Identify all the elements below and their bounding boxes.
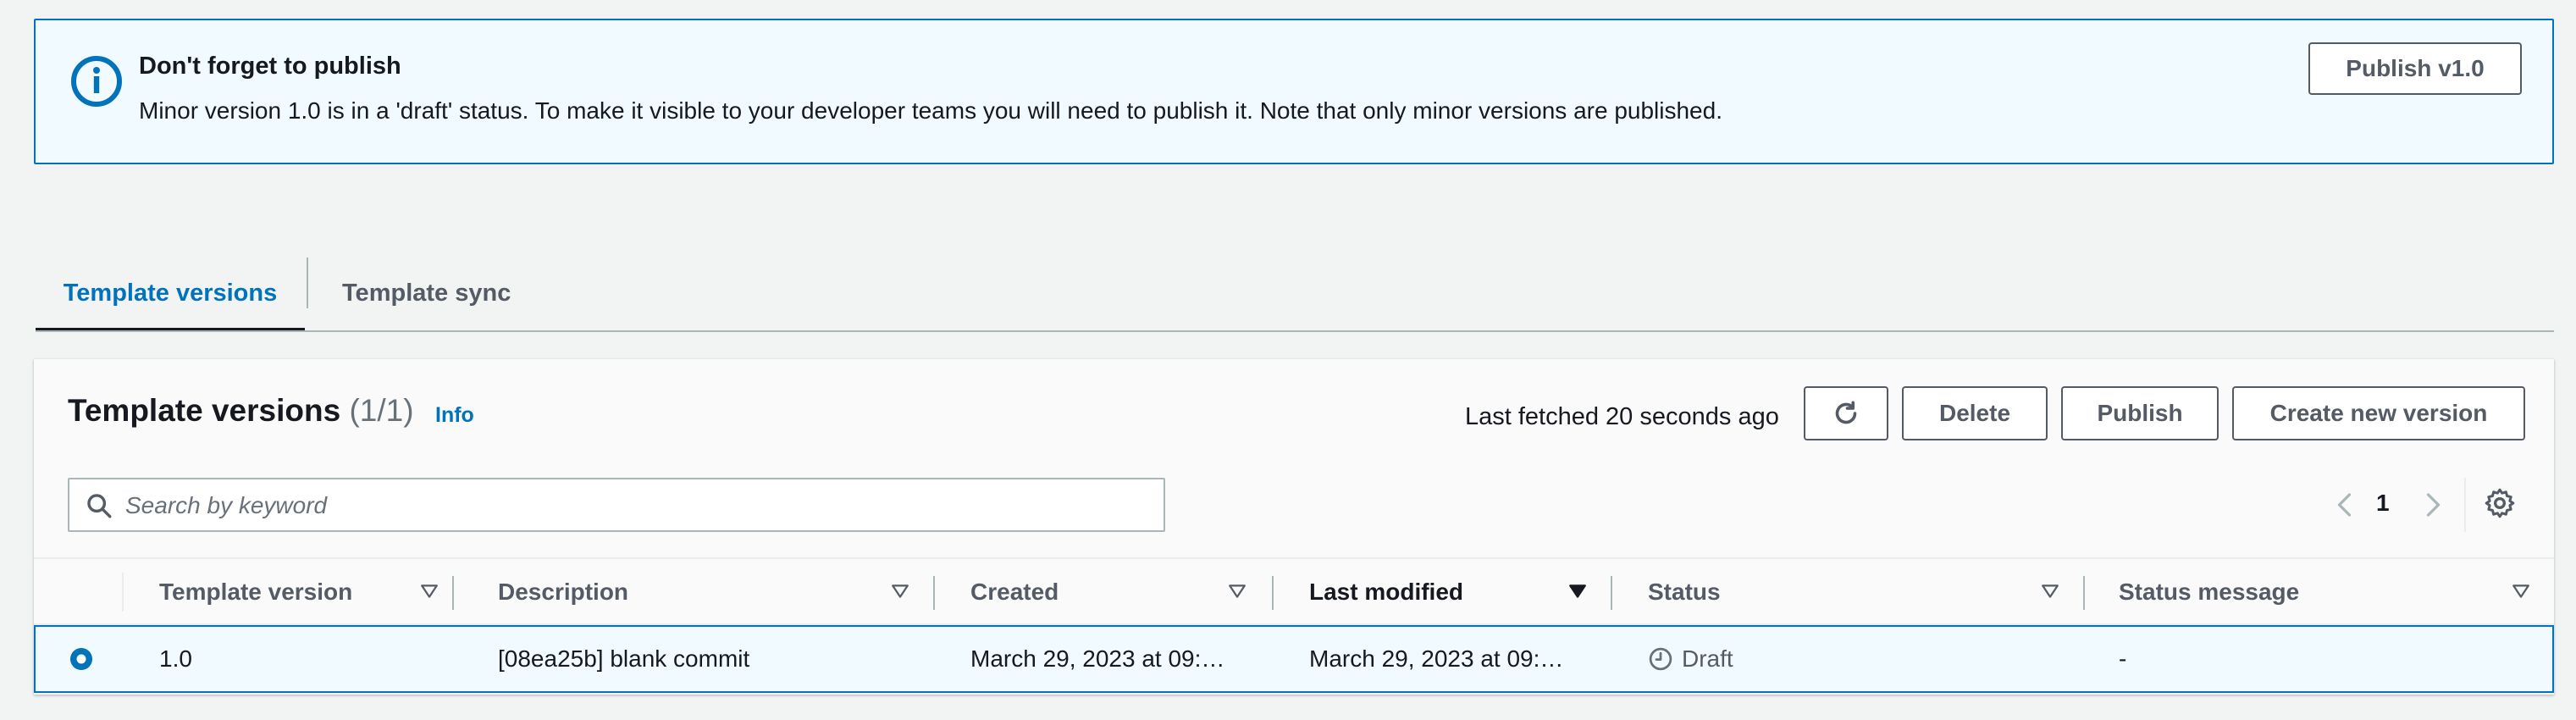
cell-description: [08ea25b] blank commit [498, 645, 750, 672]
chevron-left-icon[interactable] [2330, 490, 2361, 520]
column-header-status[interactable]: Status [1648, 559, 1721, 625]
info-link[interactable]: Info [435, 403, 474, 428]
publish-reminder-flashbar: Don't forget to publish Minor version 1.… [34, 19, 2554, 164]
tab-template-sync[interactable]: Template sync [342, 254, 511, 332]
publish-version-button[interactable]: Publish v1.0 [2308, 42, 2522, 95]
column-header-status-message[interactable]: Status message [2119, 559, 2299, 625]
create-new-version-button[interactable]: Create new version [2232, 386, 2525, 440]
flash-message: Minor version 1.0 is in a 'draft' status… [139, 97, 1722, 124]
row-select-radio[interactable] [68, 645, 95, 673]
cell-last-modified: March 29, 2023 at 09:… [1309, 645, 1564, 672]
cell-template-version: 1.0 [159, 645, 192, 672]
panel-title-text: Template versions [68, 393, 341, 428]
sort-caret-icon[interactable] [1228, 583, 1247, 600]
cell-created: March 29, 2023 at 09:… [970, 645, 1225, 672]
cell-status-message: - [2119, 645, 2127, 672]
flash-title: Don't forget to publish [139, 53, 401, 80]
refresh-button[interactable] [1804, 386, 1888, 440]
clock-icon [1649, 647, 1672, 671]
pager-divider [2464, 478, 2466, 532]
sort-caret-icon[interactable] [891, 583, 909, 600]
sort-caret-icon[interactable] [2041, 583, 2059, 600]
column-header-template-version[interactable]: Template version [159, 559, 352, 625]
chevron-right-icon[interactable] [2417, 490, 2447, 520]
panel-title: Template versions (1/1) [68, 393, 414, 429]
publish-button[interactable]: Publish [2061, 386, 2219, 440]
selection-column-divider [122, 573, 124, 612]
sort-caret-icon[interactable] [420, 583, 439, 600]
search-input[interactable] [124, 481, 1143, 530]
refresh-icon [1835, 401, 1857, 424]
column-header-description[interactable]: Description [498, 559, 628, 625]
column-divider[interactable] [1272, 576, 1274, 610]
column-divider[interactable] [452, 576, 454, 610]
gear-icon[interactable] [2483, 486, 2517, 520]
search-field[interactable] [68, 478, 1165, 532]
tab-template-versions[interactable]: Template versions [36, 254, 305, 332]
sort-caret-icon[interactable] [2512, 583, 2530, 600]
tab-list: Template versions Template sync [36, 254, 2554, 332]
delete-button[interactable]: Delete [1902, 386, 2048, 440]
column-divider[interactable] [933, 576, 935, 610]
cell-status: Draft [1648, 627, 1733, 691]
current-page-number[interactable]: 1 [2376, 490, 2390, 517]
column-divider[interactable] [2083, 576, 2085, 610]
table-row[interactable]: 1.0 [08ea25b] blank commit March 29, 202… [34, 625, 2554, 693]
column-divider[interactable] [1611, 576, 1612, 610]
search-icon [87, 494, 112, 518]
column-header-created[interactable]: Created [970, 559, 1059, 625]
sort-descending-icon[interactable] [1568, 583, 1587, 600]
status-label: Draft [1682, 645, 1733, 672]
column-header-last-modified[interactable]: Last modified [1309, 559, 1463, 625]
tabs-rule [36, 330, 2554, 332]
table-header: Template version Description Created Las… [34, 557, 2554, 625]
tab-divider [307, 258, 308, 308]
template-versions-panel: Template versions (1/1) Info Last fetche… [34, 359, 2554, 695]
last-fetched-text: Last fetched 20 seconds ago [1465, 403, 1779, 430]
panel-count: (1/1) [349, 393, 414, 428]
info-icon [71, 56, 122, 107]
